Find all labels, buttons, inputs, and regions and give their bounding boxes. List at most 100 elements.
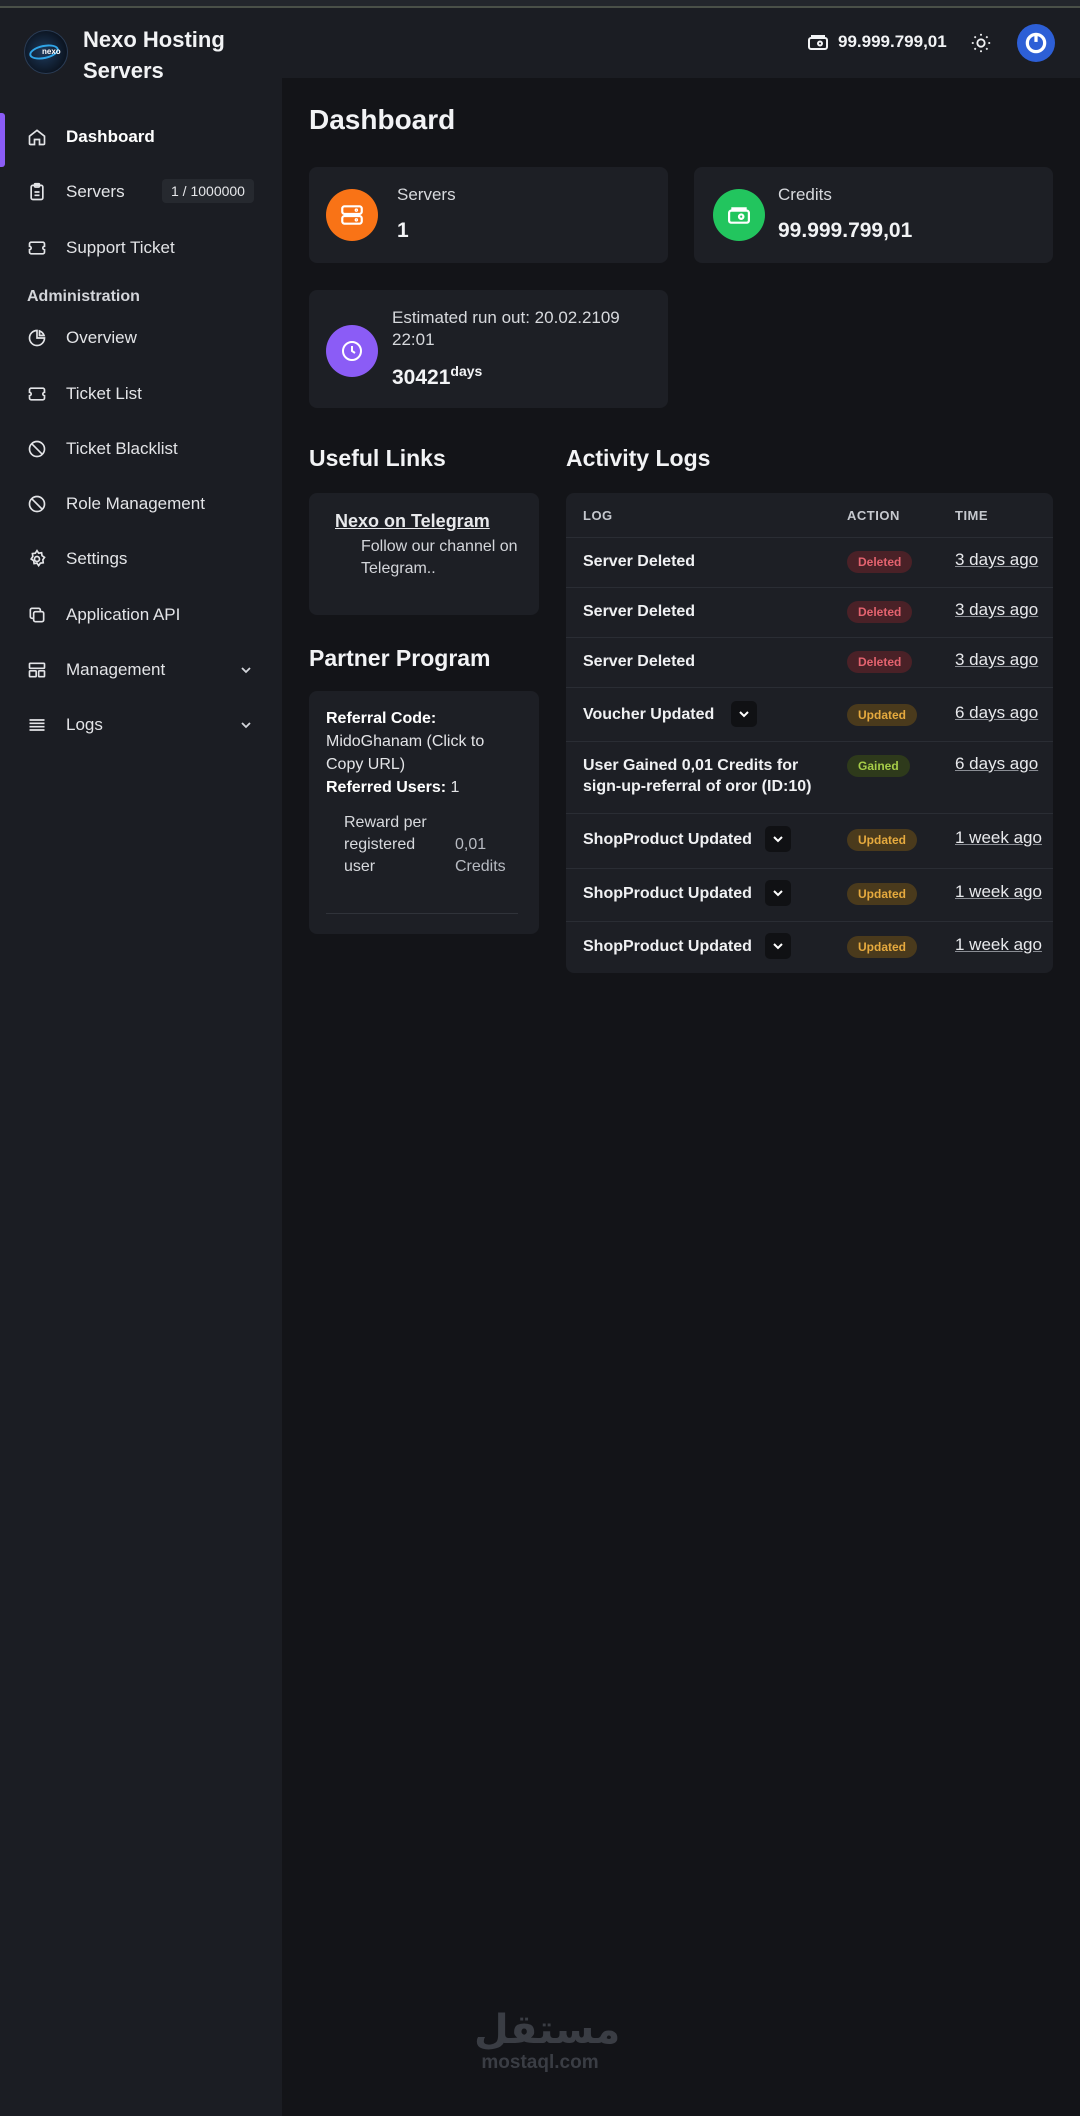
header-credits[interactable]: 99.999.799,01 xyxy=(808,32,947,52)
sidebar-item-ticket-list[interactable]: Ticket List xyxy=(0,370,282,418)
sidebar-item-label: Ticket List xyxy=(66,384,142,403)
top-header xyxy=(282,8,1080,78)
sidebar-item-logs[interactable]: Logs xyxy=(0,701,282,749)
column-header-time: TIME xyxy=(955,508,989,523)
brand-name[interactable]: Nexo Hosting Servers xyxy=(83,24,273,86)
home-icon xyxy=(28,129,46,146)
server-icon xyxy=(341,205,363,225)
log-entry-text: ShopProduct Updated xyxy=(583,885,752,902)
gear-icon xyxy=(30,549,46,568)
row-divider xyxy=(566,741,1053,742)
sidebar-item-support-ticket[interactable]: Support Ticket xyxy=(0,224,282,272)
chevron-down-icon xyxy=(241,722,251,729)
credits-stat-value: 99.999.799,01 xyxy=(778,219,913,242)
credits-stat-label: Credits xyxy=(778,185,832,204)
row-divider xyxy=(566,637,1053,638)
servers-count-badge: 1 / 1000000 xyxy=(162,179,254,203)
partner-program-title: Partner Program xyxy=(309,645,491,671)
chevron-down-icon xyxy=(773,836,783,843)
header-credits-value: 99.999.799,01 xyxy=(838,32,947,51)
servers-stat-value: 1 xyxy=(397,219,409,242)
sidebar-item-label: Support Ticket xyxy=(66,238,175,257)
referral-code-value[interactable]: MidoGhanam (Click to Copy URL) xyxy=(326,733,484,773)
runout-stat-circle xyxy=(326,325,378,377)
sidebar-item-management[interactable]: Management xyxy=(0,646,282,694)
wallet-icon xyxy=(728,207,750,224)
sidebar-item-dashboard[interactable]: Dashboard xyxy=(0,113,282,167)
chevron-down-icon xyxy=(241,667,251,674)
log-time[interactable]: 1 week ago xyxy=(955,882,1042,902)
log-entry-text: Server Deleted xyxy=(583,603,696,620)
referral-code-label: Referral Code: xyxy=(326,710,437,727)
layout-icon xyxy=(28,662,46,678)
watermark: مستقل mostaql.com xyxy=(474,2008,621,2074)
ban-icon xyxy=(28,495,46,513)
action-badge-deleted: Deleted xyxy=(847,651,913,673)
row-divider xyxy=(566,537,1053,538)
expand-details-button[interactable] xyxy=(731,701,757,727)
runout-stat-value: 30421days xyxy=(392,363,482,390)
log-entry-text: User Gained 0,01 Credits for sign-up-ref… xyxy=(583,757,812,795)
wallet-icon xyxy=(808,35,828,50)
activity-logs-title: Activity Logs xyxy=(566,445,711,471)
log-time[interactable]: 3 days ago xyxy=(955,600,1038,620)
row-divider xyxy=(566,868,1053,869)
servers-stat-card: Servers 1 xyxy=(309,167,668,263)
sidebar-item-overview[interactable]: Overview xyxy=(0,314,282,362)
page-title: Dashboard xyxy=(309,104,456,135)
sidebar-item-application-api[interactable]: Application API xyxy=(0,591,282,639)
reward-value: 0,01 Credits xyxy=(455,836,506,875)
brand-logo[interactable]: nexo xyxy=(24,30,68,74)
log-time[interactable]: 1 week ago xyxy=(955,828,1042,848)
log-time[interactable]: 1 week ago xyxy=(955,935,1042,955)
log-entry-text: ShopProduct Updated xyxy=(583,831,752,848)
action-badge-updated: Updated xyxy=(847,829,917,851)
watermark-arabic: مستقل xyxy=(474,2008,621,2052)
sidebar-item-label: Application API xyxy=(66,605,181,624)
action-badge-deleted: Deleted xyxy=(847,551,913,573)
sidebar-item-servers[interactable]: Servers 1 / 1000000 xyxy=(0,168,282,216)
useful-links-title: Useful Links xyxy=(309,445,446,471)
column-header-log: LOG xyxy=(583,508,613,523)
chevron-down-icon xyxy=(739,711,749,718)
logo-text: nexo xyxy=(42,47,61,56)
sidebar-item-label: Dashboard xyxy=(66,127,155,146)
expand-details-button[interactable] xyxy=(765,826,791,852)
log-time[interactable]: 3 days ago xyxy=(955,650,1038,670)
ticket-icon xyxy=(28,241,46,255)
referred-users-value: 1 xyxy=(450,779,460,796)
runout-days-unit: days xyxy=(450,363,483,379)
referred-users-label: Referred Users: xyxy=(326,779,447,796)
runout-stat-card: Estimated run out: 20.02.2109 22:01 3042… xyxy=(309,290,668,408)
expand-details-button[interactable] xyxy=(765,880,791,906)
reward-divider xyxy=(326,913,518,914)
sidebar-item-label: Settings xyxy=(66,549,128,568)
pie-chart-icon xyxy=(28,329,46,347)
sidebar-item-label: Overview xyxy=(66,328,137,347)
power-icon xyxy=(1025,32,1047,54)
telegram-link[interactable]: Nexo on Telegram xyxy=(335,511,490,532)
log-entry-text: Server Deleted xyxy=(583,553,696,570)
row-divider xyxy=(566,587,1053,588)
user-avatar-button[interactable] xyxy=(1017,24,1055,62)
sidebar-item-ticket-blacklist[interactable]: Ticket Blacklist xyxy=(0,425,282,473)
theme-toggle-sun-icon[interactable] xyxy=(970,32,992,54)
action-badge-updated: Updated xyxy=(847,883,917,905)
log-time[interactable]: 6 days ago xyxy=(955,703,1038,723)
log-entry-text: Server Deleted xyxy=(583,653,696,670)
log-time[interactable]: 6 days ago xyxy=(955,754,1038,774)
row-divider xyxy=(566,687,1053,688)
credits-stat-circle xyxy=(713,189,765,241)
log-time[interactable]: 3 days ago xyxy=(955,550,1038,570)
row-divider xyxy=(566,921,1053,922)
sidebar-item-label: Logs xyxy=(66,715,103,734)
action-badge-gained: Gained xyxy=(847,755,910,777)
reward-label: Reward per registered user xyxy=(344,814,427,875)
sidebar-item-settings[interactable]: Settings xyxy=(0,535,282,583)
expand-details-button[interactable] xyxy=(765,933,791,959)
log-entry-text: Voucher Updated xyxy=(583,706,715,723)
sidebar-item-role-management[interactable]: Role Management xyxy=(0,480,282,528)
sidebar-item-label: Management xyxy=(66,660,166,679)
copy-icon xyxy=(29,607,45,623)
action-badge-updated: Updated xyxy=(847,704,917,726)
